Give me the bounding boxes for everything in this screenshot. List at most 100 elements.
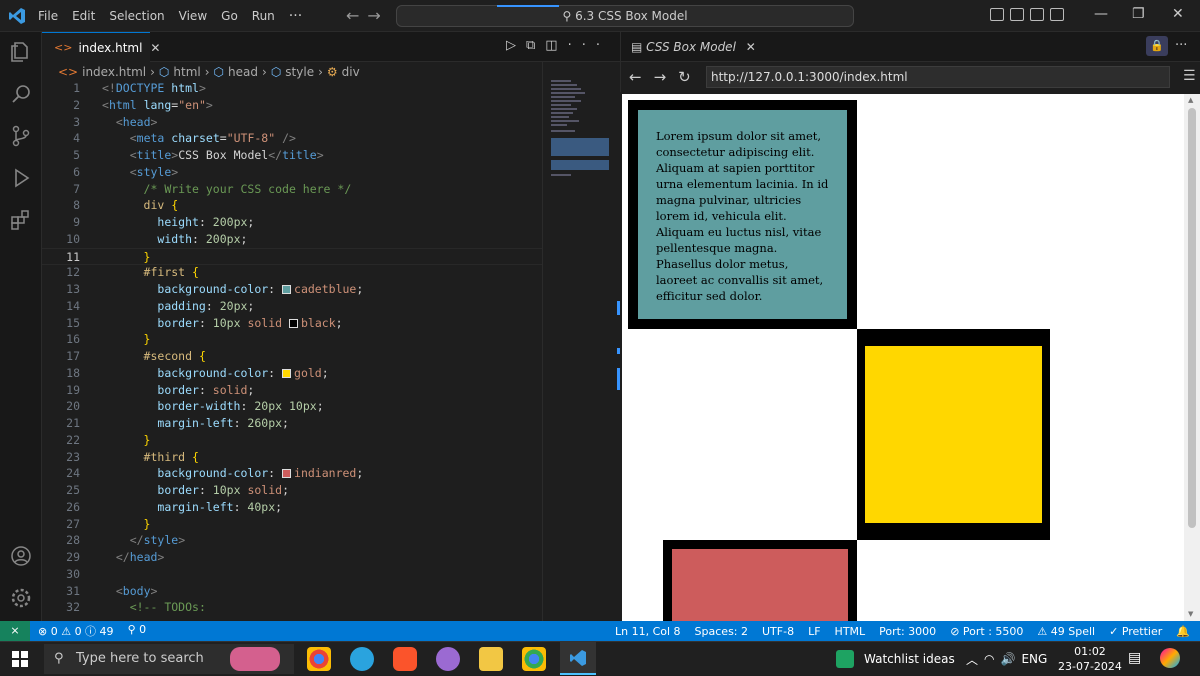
breadcrumb-head[interactable]: head	[228, 65, 258, 79]
network-icon[interactable]: ◠	[984, 652, 994, 666]
menu-icon[interactable]: ☰	[1183, 68, 1196, 84]
clock[interactable]: 01:02 23-07-2024	[1058, 644, 1122, 674]
code-line[interactable]: 18 background-color: gold;	[42, 365, 542, 382]
forward-arrow-icon[interactable]: →	[367, 6, 388, 25]
code-line[interactable]: 15 border: 10px solid black;	[42, 315, 542, 332]
code-line[interactable]: 26 margin-left: 40px;	[42, 499, 542, 516]
toggle-panel-icon[interactable]	[1010, 8, 1024, 21]
port-indicator[interactable]: Port: 3000	[879, 625, 936, 638]
open-preview-icon[interactable]: ⧉	[526, 38, 545, 53]
app-icon[interactable]	[436, 647, 460, 671]
problems-indicator[interactable]: ⊗ 0 ⚠ 0 ⓘ 49	[38, 623, 114, 639]
close-tab-icon[interactable]: ✕	[150, 41, 160, 55]
code-line[interactable]: 10 width: 200px;	[42, 231, 542, 248]
code-line[interactable]: 3 <head>	[42, 114, 542, 131]
language-indicator[interactable]: ENG	[1021, 652, 1047, 666]
chrome-profile-icon[interactable]	[522, 647, 546, 671]
ports-indicator[interactable]: ⚲ 0	[128, 623, 147, 639]
code-line[interactable]: 19 border: solid;	[42, 382, 542, 399]
prettier-status[interactable]: ✓ Prettier	[1109, 625, 1162, 638]
code-line[interactable]: 24 background-color: indianred;	[42, 465, 542, 482]
code-editor[interactable]: 1 <!DOCTYPE html> 2 <html lang="en"> 3 <head…	[42, 82, 542, 621]
minimap[interactable]	[542, 62, 620, 621]
code-line[interactable]: 4 <meta charset="UTF-8" />	[42, 130, 542, 147]
extensions-icon[interactable]	[9, 208, 33, 232]
encoding[interactable]: UTF-8	[762, 625, 794, 638]
code-line[interactable]: 1 <!DOCTYPE html>	[42, 82, 542, 97]
reload-icon[interactable]: ↻	[678, 68, 703, 86]
watchlist-label[interactable]: Watchlist ideas	[864, 652, 955, 666]
minimize-icon[interactable]: —	[1094, 6, 1108, 22]
back-arrow-icon[interactable]: ←	[629, 68, 654, 86]
code-line[interactable]: 6 <style>	[42, 164, 542, 181]
notifications-bell-icon[interactable]: 🔔	[1176, 625, 1190, 638]
notification-center-icon[interactable]: ▤	[1128, 650, 1141, 666]
toggle-sidebar-icon[interactable]	[990, 8, 1004, 21]
code-line[interactable]: 30	[42, 566, 542, 583]
source-control-icon[interactable]	[9, 124, 33, 148]
tab-index-html[interactable]: <> index.html ✕	[42, 32, 160, 62]
customize-layout-icon[interactable]	[1050, 8, 1064, 21]
tab-css-box-model[interactable]: ▤ CSS Box Model ✕	[631, 40, 756, 54]
taskbar-search[interactable]: ⚲ Type here to search	[44, 644, 294, 674]
code-line[interactable]: 20 border-width: 20px 10px;	[42, 398, 542, 415]
code-line[interactable]: 21 margin-left: 260px;	[42, 415, 542, 432]
scroll-down-icon[interactable]: ▼	[1188, 610, 1193, 618]
vscode-taskbar-icon[interactable]	[560, 642, 596, 675]
menu-selection[interactable]: Selection	[109, 9, 164, 23]
more-actions-icon[interactable]: ···	[568, 38, 610, 53]
indentation[interactable]: Spaces: 2	[695, 625, 748, 638]
code-line[interactable]: 12 #first {	[42, 264, 542, 281]
telegram-icon[interactable]	[350, 647, 374, 671]
cursor-position[interactable]: Ln 11, Col 8	[615, 625, 681, 638]
language-mode[interactable]: HTML	[835, 625, 866, 638]
windows-start-icon[interactable]	[12, 651, 28, 667]
watchlist-icon[interactable]	[836, 650, 854, 668]
search-icon[interactable]	[9, 82, 33, 106]
scrollbar-thumb[interactable]	[1188, 108, 1196, 528]
url-input[interactable]: http://127.0.0.1:3000/index.html	[706, 66, 1170, 88]
chevron-up-icon[interactable]: ︿	[966, 651, 978, 668]
code-line[interactable]: 16 }	[42, 331, 542, 348]
code-line[interactable]: 7 /* Write your CSS code here */	[42, 181, 542, 198]
command-center[interactable]: ⚲ 6.3 CSS Box Model	[396, 5, 854, 27]
close-window-icon[interactable]: ✕	[1172, 6, 1184, 22]
live-server-port[interactable]: ⊘ Port : 5500	[950, 625, 1023, 638]
run-debug-icon[interactable]	[9, 166, 33, 190]
split-editor-icon[interactable]: ◫	[545, 38, 567, 53]
toggle-secondary-sidebar-icon[interactable]	[1030, 8, 1044, 21]
code-line[interactable]: 28 </style>	[42, 532, 542, 549]
menu-edit[interactable]: Edit	[72, 9, 95, 23]
code-line[interactable]: 31 <body>	[42, 583, 542, 600]
file-explorer-icon[interactable]	[479, 647, 503, 671]
more-actions-icon[interactable]: ···	[1175, 38, 1187, 53]
code-line[interactable]: 32 <!-- TODOs:	[42, 599, 542, 616]
code-line[interactable]: 27 }	[42, 516, 542, 533]
menu-file[interactable]: File	[38, 9, 58, 23]
lock-icon[interactable]: 🔒	[1146, 36, 1168, 56]
menu-view[interactable]: View	[179, 9, 207, 23]
close-tab-icon[interactable]: ✕	[746, 40, 756, 54]
volume-icon[interactable]: 🔊	[1001, 652, 1016, 666]
code-line[interactable]: 5 <title>CSS Box Model</title>	[42, 147, 542, 164]
code-line[interactable]: 14 padding: 20px;	[42, 298, 542, 315]
breadcrumb-html[interactable]: html	[173, 65, 200, 79]
code-line[interactable]: 9 height: 200px;	[42, 214, 542, 231]
code-line[interactable]: 8 div {	[42, 197, 542, 214]
forward-arrow-icon[interactable]: →	[654, 68, 679, 86]
code-line[interactable]: 29 </head>	[42, 549, 542, 566]
breadcrumb-div[interactable]: div	[342, 65, 360, 79]
menu-more[interactable]: ···	[289, 8, 302, 24]
copilot-icon[interactable]	[1160, 648, 1180, 668]
breadcrumb-style[interactable]: style	[285, 65, 314, 79]
settings-gear-icon[interactable]	[9, 586, 33, 610]
restore-icon[interactable]: ❐	[1132, 6, 1145, 22]
run-icon[interactable]: ▷	[506, 38, 526, 53]
menu-go[interactable]: Go	[221, 9, 238, 23]
scroll-up-icon[interactable]: ▲	[1188, 96, 1193, 104]
code-line[interactable]: 2 <html lang="en">	[42, 97, 542, 114]
explorer-icon[interactable]	[9, 40, 33, 64]
back-arrow-icon[interactable]: ←	[346, 6, 367, 25]
chrome-icon[interactable]	[307, 647, 331, 671]
account-icon[interactable]	[9, 544, 33, 568]
